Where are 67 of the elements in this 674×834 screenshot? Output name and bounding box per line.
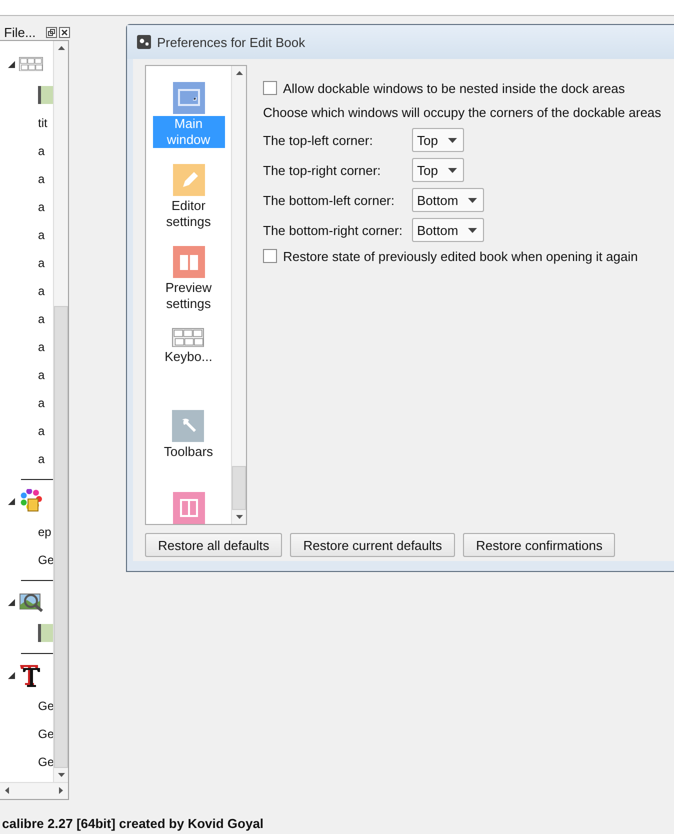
corner-label: The bottom-right corner: [263, 222, 404, 238]
status-text: calibre 2.27 [64bit] created by Kovid Goyal [2, 816, 264, 830]
tree-item[interactable]: a [38, 340, 45, 354]
checkbox[interactable] [263, 81, 277, 95]
caret-icon [448, 138, 457, 142]
corner-dropdown[interactable]: Bottom [412, 218, 484, 242]
tree-item[interactable]: a [38, 284, 45, 298]
corner-dropdown[interactable]: Top [412, 128, 464, 152]
tree-item[interactable]: a [38, 256, 45, 270]
expand-arrow-icon[interactable] [8, 60, 15, 68]
float-button[interactable] [46, 26, 57, 38]
keyboard-icon [19, 56, 43, 72]
scrollbar-thumb[interactable] [54, 306, 68, 768]
keyboard-icon [172, 328, 204, 348]
book-icon [172, 246, 204, 278]
right-arrow-icon [59, 786, 63, 794]
corner-dropdown[interactable]: Bottom [412, 188, 484, 212]
restore-button[interactable]: Restore current defaults [290, 533, 456, 557]
expand-arrow-icon[interactable] [8, 598, 15, 606]
section-item[interactable]: Editor settings [152, 198, 224, 230]
pencil-icon [172, 164, 204, 196]
close-button[interactable] [59, 26, 70, 38]
caret-icon [468, 228, 478, 232]
section-item[interactable]: Keybo... [164, 349, 214, 366]
corner-label: The top-right corner: [263, 162, 382, 178]
section-item[interactable]: Toolbars [162, 444, 214, 460]
magnifier-icon [19, 591, 45, 613]
tree-item[interactable]: a [38, 368, 45, 382]
tree-item[interactable]: a [38, 312, 45, 326]
window-title: Preferences for Edit Book [157, 34, 306, 50]
checkbox-label: Restore state of previously edited book when opening it again [283, 248, 638, 264]
left-arrow-icon [5, 786, 9, 794]
corner-label: The bottom-left corner: [263, 192, 396, 208]
gears-icon [137, 35, 151, 49]
tree-item[interactable]: a [38, 144, 45, 158]
tree-item[interactable]: a [38, 452, 45, 466]
restore-button[interactable]: Restore confirmations [463, 533, 616, 557]
tree-item[interactable]: a [38, 172, 45, 186]
up-arrow-icon [58, 46, 64, 50]
corner-label: The top-left corner: [263, 132, 374, 148]
tree-item[interactable]: ep [38, 525, 52, 539]
letter-t-icon [19, 663, 41, 687]
tree-item[interactable]: a [38, 396, 45, 410]
file-thumbnail [38, 624, 53, 642]
file-thumbnail [38, 86, 53, 104]
tree-item[interactable]: tit [38, 116, 48, 130]
tree-item[interactable]: a [38, 200, 45, 214]
panel-title: File... [4, 24, 36, 40]
checkbox-label: Allow dockable windows to be nested inside the dock areas [283, 80, 625, 96]
checkbox[interactable] [263, 249, 277, 263]
down-arrow-icon [236, 515, 242, 519]
up-arrow-icon [236, 71, 242, 75]
expand-arrow-icon[interactable] [8, 672, 15, 678]
paint-palette-icon [19, 489, 43, 513]
corners-heading: Choose which windows will occupy the corners of the dockable areas [263, 104, 662, 122]
caret-icon [468, 198, 478, 202]
down-arrow-icon [58, 773, 64, 777]
expand-arrow-icon[interactable] [8, 498, 15, 504]
window-icon [172, 82, 204, 114]
scrollbar-thumb[interactable] [232, 466, 246, 510]
caret-icon [448, 168, 457, 172]
corner-dropdown[interactable]: Top [412, 158, 464, 182]
wrench-icon [172, 410, 204, 442]
tree-item[interactable]: a [38, 424, 45, 438]
restore-button[interactable]: Restore all defaults [145, 533, 282, 557]
tree-item[interactable]: a [38, 228, 45, 242]
section-item[interactable]: Preview settings [152, 280, 224, 312]
